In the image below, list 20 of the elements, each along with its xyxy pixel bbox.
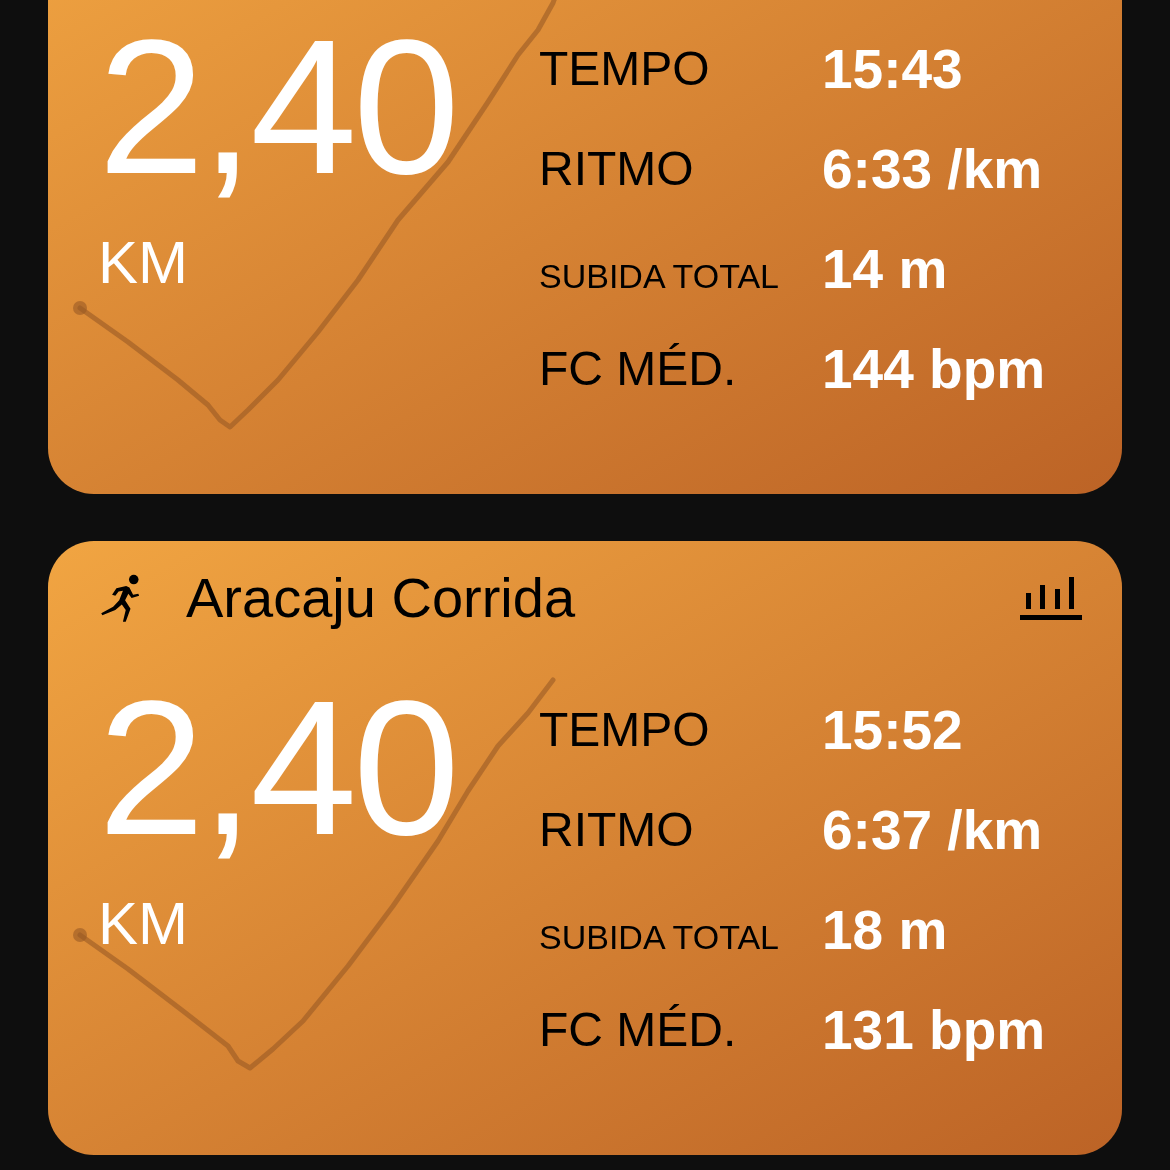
workout-card[interactable]: Aracaju Corrida 2,40 KM TEMPO 15:52 RITMO 6:37 /km SUBIDA TOTAL 18 m FC MÉD. 131 bpm <box>48 541 1122 1155</box>
stat-value: 6:33 /km <box>822 141 1043 197</box>
stat-label: TEMPO <box>539 45 710 93</box>
stat-value: 14 m <box>822 241 948 297</box>
stat-value: 15:43 <box>822 41 963 97</box>
distance-value: 2,40 <box>98 672 457 864</box>
stat-value: 6:37 /km <box>822 802 1043 858</box>
stat-value: 18 m <box>822 902 948 958</box>
stat-label: RITMO <box>539 145 694 193</box>
workout-card[interactable]: 2,40 KM TEMPO 15:43 RITMO 6:33 /km SUBIDA TOTAL 14 m FC MÉD. 144 bpm <box>48 0 1122 494</box>
stat-label: RITMO <box>539 806 694 854</box>
stat-label: SUBIDA TOTAL <box>539 256 779 293</box>
stat-label: TEMPO <box>539 706 710 754</box>
stat-label: FC MÉD. <box>539 345 737 393</box>
distance-unit: KM <box>98 894 189 954</box>
stat-value: 15:52 <box>822 702 963 758</box>
distance-unit: KM <box>98 233 189 293</box>
stat-label: FC MÉD. <box>539 1006 737 1054</box>
distance-value: 2,40 <box>98 11 457 203</box>
stat-label: SUBIDA TOTAL <box>539 917 779 954</box>
